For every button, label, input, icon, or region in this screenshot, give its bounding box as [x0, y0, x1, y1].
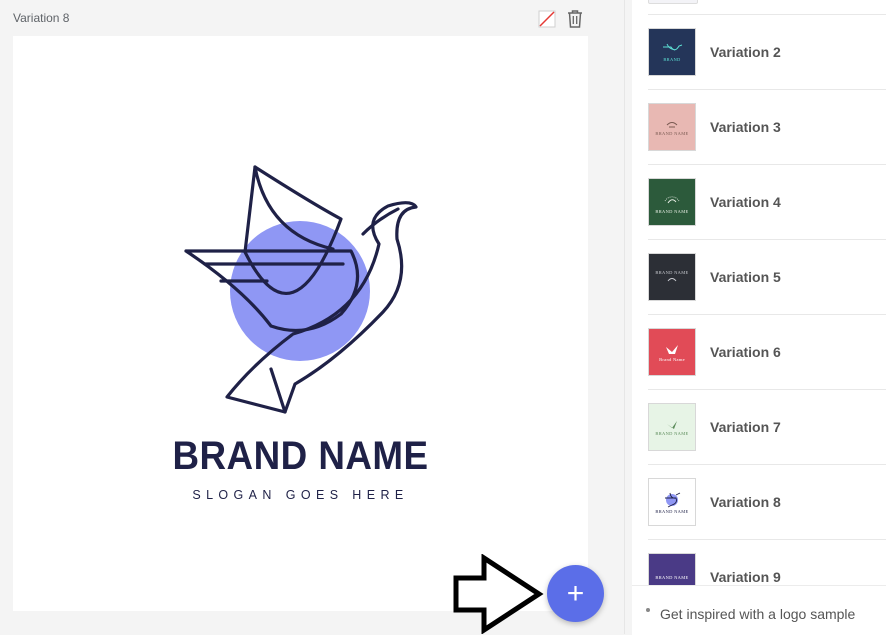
- add-variation-button[interactable]: +: [547, 565, 604, 622]
- variation-label: Variation 9: [710, 569, 781, 585]
- inspiration-footer[interactable]: Get inspired with a logo sample: [632, 585, 886, 635]
- variation-label: Variation 6: [710, 344, 781, 360]
- variation-item[interactable]: BRAND NAME Variation 3: [632, 90, 886, 165]
- editor-pane: Variation 8 BRAND NAME SLOGAN GOES HERE: [0, 0, 600, 634]
- dove-icon: [666, 121, 678, 127]
- variation-item[interactable]: BRAND NAME Variation 4: [632, 165, 886, 240]
- trash-icon[interactable]: [566, 9, 584, 29]
- inspiration-link[interactable]: Get inspired with a logo sample: [660, 606, 855, 622]
- dove-icon: [663, 43, 683, 50]
- variations-list[interactable]: BRAND Variation 2 BRAND NAME Variation 3…: [632, 0, 886, 585]
- dove-icon: [667, 277, 677, 281]
- thumbnail-brand-text: BRAND: [663, 56, 681, 62]
- variation-item[interactable]: BRAND NAME Variation 5: [632, 240, 886, 315]
- thumbnail-brand-text: BRAND NAME: [655, 508, 689, 514]
- variation-thumbnail: BRAND NAME: [648, 103, 696, 151]
- variation-thumbnail: BRAND NAME: [648, 178, 696, 226]
- variation-item[interactable]: BRAND NAME Variation 9: [632, 540, 886, 585]
- variation-item[interactable]: BRAND Variation 2: [632, 15, 886, 90]
- brand-name-text[interactable]: BRAND NAME: [36, 434, 565, 479]
- variation-thumbnail: BRAND NAME: [648, 253, 696, 301]
- bullet-icon: [646, 608, 650, 612]
- thumbnail-brand-text: BRAND NAME: [655, 130, 689, 136]
- variation-label: Variation 4: [710, 194, 781, 210]
- previous-variation-thumbnail[interactable]: [648, 0, 698, 4]
- variation-thumbnail: Brand Name: [648, 328, 696, 376]
- thumbnail-brand-text: Brand Name: [659, 356, 685, 362]
- variations-panel: BRAND Variation 2 BRAND NAME Variation 3…: [632, 0, 886, 635]
- variation-label: Variation 3: [710, 119, 781, 135]
- variation-thumbnail: BRAND NAME: [648, 478, 696, 526]
- variation-item[interactable]: Brand Name Variation 6: [632, 315, 886, 390]
- variation-thumbnail: BRAND NAME: [648, 553, 696, 585]
- variation-label: Variation 5: [710, 269, 781, 285]
- dove-line-art-icon: [184, 165, 418, 414]
- dove-icon: [664, 195, 680, 203]
- variation-item[interactable]: BRAND NAME Variation 8: [632, 465, 886, 540]
- variation-thumbnail: BRAND NAME: [648, 403, 696, 451]
- variation-title: Variation 8: [13, 11, 70, 25]
- dove-icon: [666, 344, 678, 354]
- logo-canvas[interactable]: BRAND NAME SLOGAN GOES HERE: [13, 36, 588, 611]
- variation-label: Variation 7: [710, 419, 781, 435]
- dove-icon: [665, 492, 681, 507]
- variation-item[interactable]: BRAND NAME Variation 7: [632, 390, 886, 465]
- slogan-text[interactable]: SLOGAN GOES HERE: [13, 488, 588, 502]
- thumbnail-brand-text: BRAND NAME: [655, 430, 689, 436]
- pane-divider: [624, 0, 625, 634]
- dove-icon: [667, 420, 677, 429]
- thumbnail-brand-text: BRAND NAME: [655, 574, 689, 580]
- variation-label: Variation 2: [710, 44, 781, 60]
- arrow-right-outline-icon: [453, 554, 544, 634]
- no-color-icon[interactable]: [538, 10, 556, 28]
- thumbnail-brand-text: BRAND NAME: [655, 208, 689, 214]
- variation-thumbnail: BRAND: [648, 28, 696, 76]
- variation-label: Variation 8: [710, 494, 781, 510]
